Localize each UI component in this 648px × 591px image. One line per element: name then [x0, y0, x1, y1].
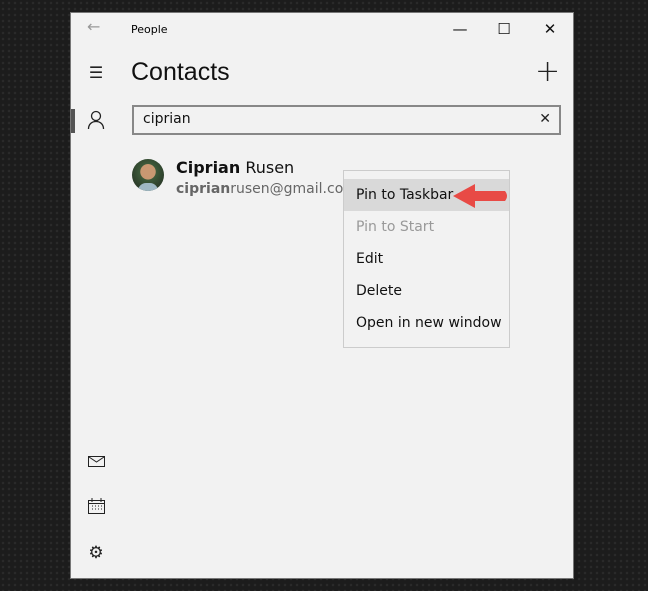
back-arrow-icon[interactable]: ← — [87, 17, 100, 36]
people-window: ← People — ☐ ✕ ☰ Contacts + ✕ Ciprian Ru… — [70, 12, 574, 579]
menu-item-delete[interactable]: Delete — [344, 275, 509, 307]
menu-item-open-new-window[interactable]: Open in new window — [344, 307, 509, 339]
selected-indicator — [71, 109, 75, 133]
avatar[interactable] — [132, 159, 164, 191]
maximize-button[interactable]: ☐ — [489, 17, 519, 41]
contacts-person-icon[interactable] — [85, 110, 107, 134]
email-rest: rusen@gmail.com — [230, 181, 357, 197]
minimize-button[interactable]: — — [445, 17, 475, 41]
menu-item-pin-to-start: Pin to Start — [356, 219, 435, 235]
window-title: People — [131, 23, 168, 36]
search-input[interactable] — [134, 107, 524, 131]
contact-first-name: Ciprian — [176, 158, 241, 177]
email-match: ciprian — [176, 181, 231, 197]
red-arrow-annotation-icon — [453, 184, 507, 208]
close-button[interactable]: ✕ — [535, 17, 565, 41]
hamburger-menu-icon[interactable]: ☰ — [85, 63, 107, 82]
menu-item-edit[interactable]: Edit — [344, 243, 509, 275]
calendar-icon[interactable] — [85, 498, 107, 518]
page-title: Contacts — [131, 58, 230, 86]
settings-gear-icon[interactable]: ⚙ — [85, 543, 107, 563]
clear-search-button[interactable]: ✕ — [539, 111, 551, 127]
mail-icon[interactable] — [85, 453, 107, 472]
contact-name[interactable]: Ciprian Rusen — [176, 158, 294, 177]
add-contact-button[interactable]: + — [535, 57, 560, 87]
contact-email: ciprianrusen@gmail.com — [176, 181, 357, 197]
search-box: ✕ — [132, 105, 561, 135]
contact-last-name: Rusen — [240, 158, 295, 177]
